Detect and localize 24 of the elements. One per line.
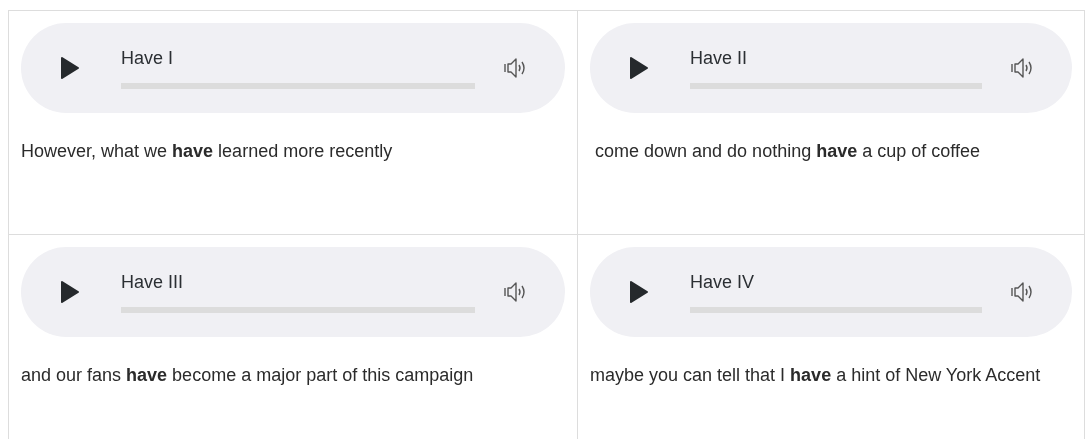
progress-track[interactable] [690,306,982,313]
volume-button[interactable] [503,281,527,303]
play-icon [60,56,80,80]
play-icon [629,280,649,304]
volume-button[interactable] [1010,57,1034,79]
progress-track[interactable] [121,82,475,89]
volume-button[interactable] [1010,281,1034,303]
example-sentence: However, what we have learned more recently [21,140,394,163]
track-title: Have II [690,47,749,69]
track-title: Have I [121,47,175,69]
speaker-icon [1010,281,1034,303]
volume-button[interactable] [503,57,527,79]
speaker-icon [503,57,527,79]
play-icon [60,280,80,304]
play-icon [629,56,649,80]
track-title: Have IV [690,271,756,293]
example-sentence: maybe you can tell that I have a hint of New York Accent [590,364,1042,387]
progress-track[interactable] [690,82,982,89]
progress-track[interactable] [121,306,475,313]
track-title: Have III [121,271,185,293]
speaker-icon [503,281,527,303]
example-sentence: come down and do nothing have a cup of coffee [594,140,981,163]
speaker-icon [1010,57,1034,79]
example-sentence: and our fans have become a major part of this campaign [21,364,475,387]
